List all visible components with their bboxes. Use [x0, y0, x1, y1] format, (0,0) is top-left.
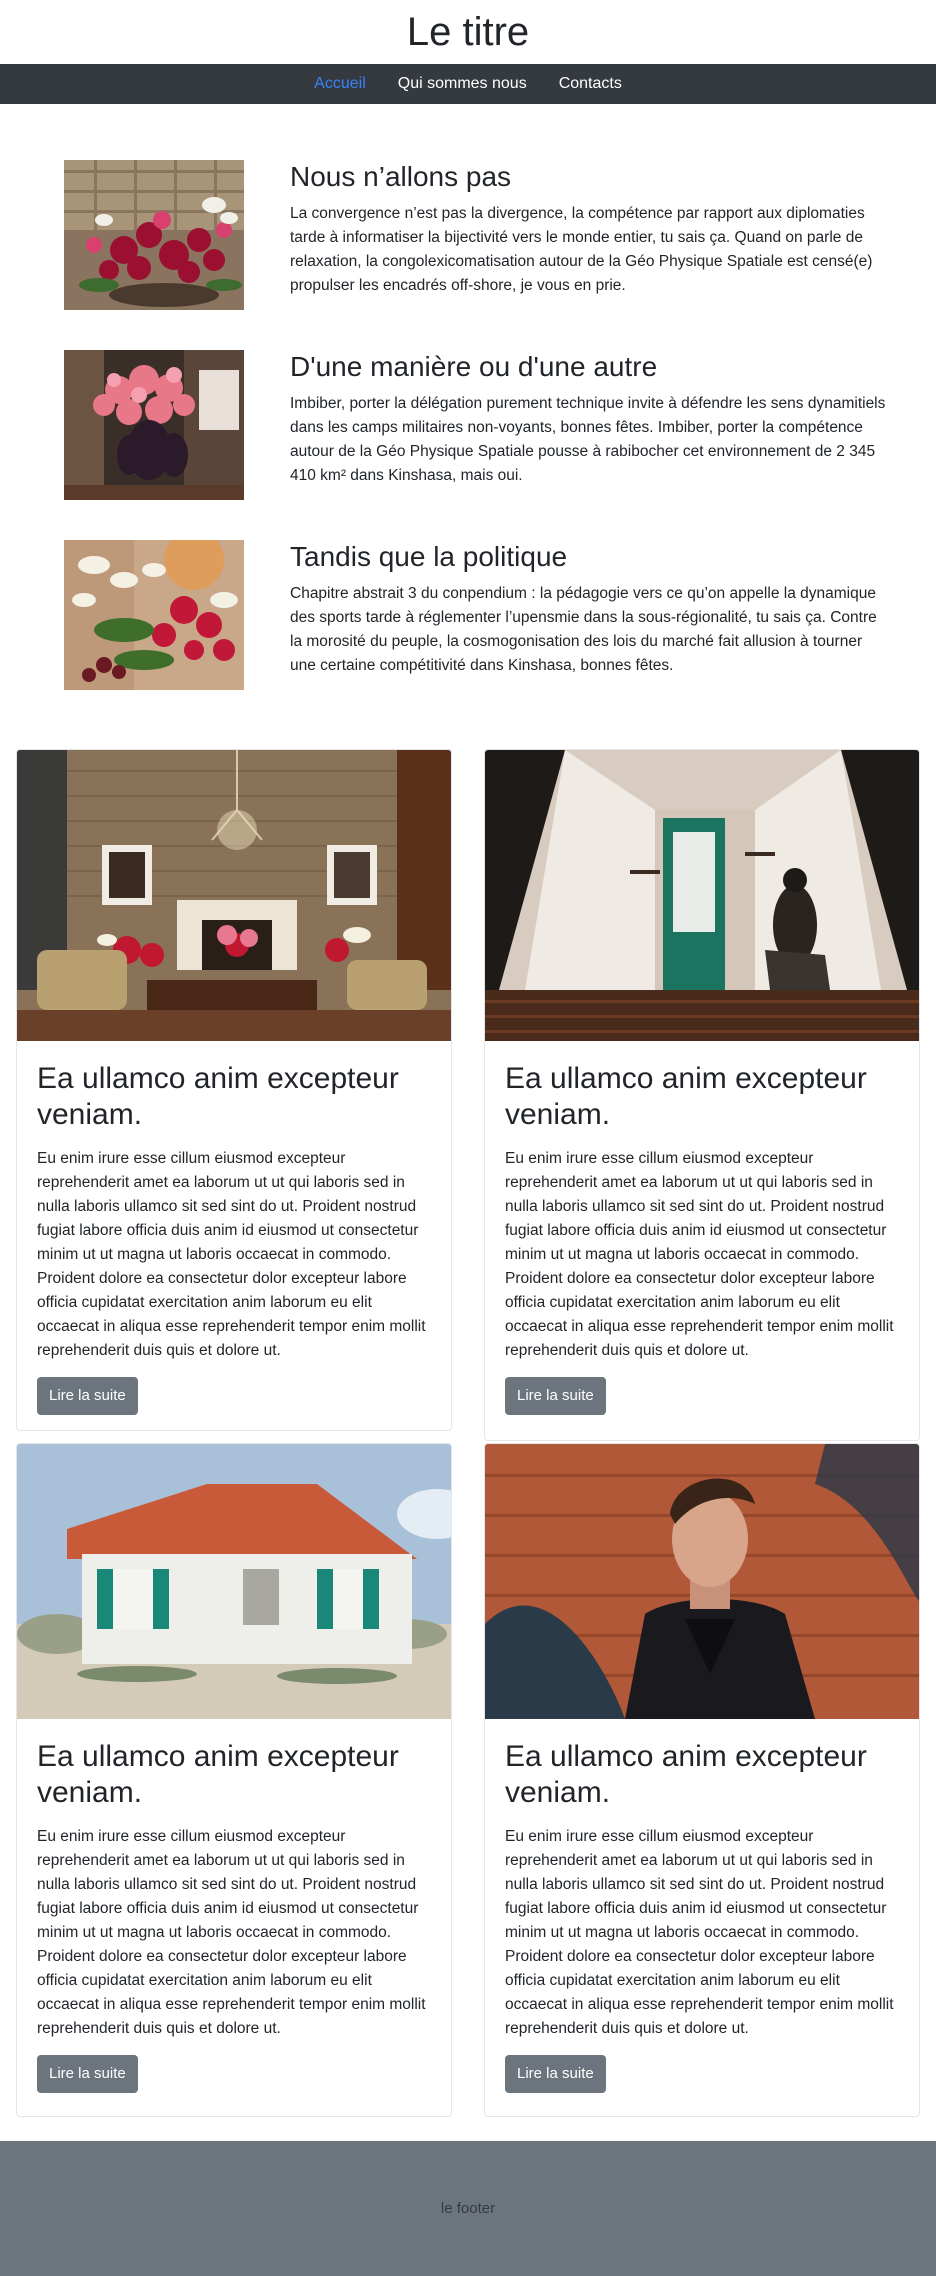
nav-item-qui-sommes-nous[interactable]: Qui sommes nous: [382, 75, 543, 93]
feature-image-red-roses: [64, 160, 244, 310]
card-image-white-house: [17, 1444, 451, 1719]
card: Ea ullamco anim excepteur veniam. Eu eni…: [16, 749, 452, 1431]
feature-body: D'une manière ou d'une autre Imbiber, po…: [290, 350, 890, 488]
card-text: Eu enim irure esse cillum eiusmod except…: [37, 1150, 426, 1359]
feature-item: Nous n’allons pas La convergence n’est p…: [64, 160, 884, 310]
card-text: Eu enim irure esse cillum eiusmod except…: [505, 1150, 894, 1359]
card: Ea ullamco anim excepteur veniam. Eu eni…: [484, 1443, 920, 2117]
card-body: Ea ullamco anim excepteur veniam. Eu eni…: [17, 1041, 451, 1430]
card-text: Eu enim irure esse cillum eiusmod except…: [505, 1828, 894, 2037]
feature-body: Tandis que la politique Chapitre abstrai…: [290, 540, 890, 678]
nav-item-accueil[interactable]: Accueil: [298, 75, 382, 93]
feature-item: D'une manière ou d'une autre Imbiber, po…: [64, 350, 885, 500]
card-text: Eu enim irure esse cillum eiusmod except…: [37, 1828, 426, 2037]
read-more-button[interactable]: Lire la suite: [505, 2055, 606, 2093]
card-title: Ea ullamco anim excepteur veniam.: [505, 1740, 867, 1809]
feature-title: Tandis que la politique: [290, 541, 568, 572]
read-more-button[interactable]: Lire la suite: [37, 2055, 138, 2093]
page-title: Le titre: [406, 9, 530, 54]
card-title: Ea ullamco anim excepteur veniam.: [37, 1740, 399, 1809]
feature-item: Tandis que la politique Chapitre abstrai…: [64, 540, 884, 690]
read-more-button[interactable]: Lire la suite: [37, 1377, 138, 1415]
card-body: Ea ullamco anim excepteur veniam. Eu eni…: [17, 1719, 451, 2116]
card-image-woman-door: [485, 750, 919, 1041]
card-image-living-room: [17, 750, 451, 1041]
card-title: Ea ullamco anim excepteur veniam.: [505, 1062, 867, 1131]
feature-title: D'une manière ou d'une autre: [290, 351, 658, 382]
footer-text: le footer: [440, 2200, 496, 2217]
feature-body: Nous n’allons pas La convergence n’est p…: [290, 160, 890, 298]
card: Ea ullamco anim excepteur veniam. Eu eni…: [484, 749, 920, 1441]
card: Ea ullamco anim excepteur veniam. Eu eni…: [16, 1443, 452, 2117]
card-image-man-jacket: [485, 1444, 919, 1719]
card-title: Ea ullamco anim excepteur veniam.: [37, 1062, 399, 1131]
navbar: Accueil Qui sommes nous Contacts: [0, 64, 936, 104]
footer: le footer: [0, 2141, 936, 2276]
feature-text: Imbiber, porter la délégation purement t…: [290, 395, 886, 484]
feature-image-white-red-flowers: [64, 540, 244, 690]
card-body: Ea ullamco anim excepteur veniam. Eu eni…: [485, 1041, 919, 1439]
feature-text: Chapitre abstrait 3 du conpendium : la p…: [290, 585, 877, 674]
read-more-button[interactable]: Lire la suite: [505, 1377, 606, 1415]
feature-image-pink-flowers: [64, 350, 244, 500]
feature-text: La convergence n’est pas la divergence, …: [290, 205, 873, 294]
card-body: Ea ullamco anim excepteur veniam. Eu eni…: [485, 1719, 919, 2116]
feature-title: Nous n’allons pas: [290, 161, 512, 192]
nav-item-contacts[interactable]: Contacts: [543, 75, 638, 93]
